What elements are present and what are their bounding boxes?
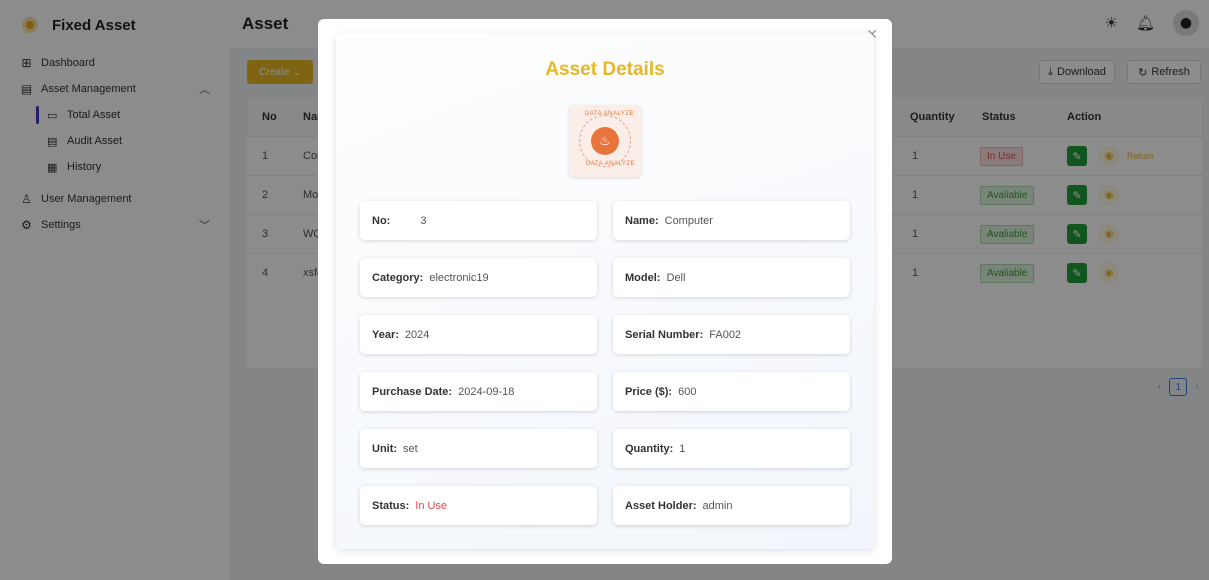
field-price: Price ($): 600	[613, 372, 850, 411]
asset-details-card: Asset Details DATA ANALYZE ♨ DATA ANALYZ…	[336, 33, 874, 549]
field-label: Name:	[625, 214, 659, 227]
field-label: Quantity:	[625, 442, 674, 455]
field-label: Status:	[372, 499, 410, 512]
field-value: FA002	[709, 328, 742, 341]
field-value: 600	[678, 385, 697, 398]
field-label: Price ($):	[625, 385, 673, 398]
field-label: Model:	[625, 271, 661, 284]
field-label: Year:	[372, 328, 399, 341]
field-value: Computer	[664, 214, 713, 227]
field-quantity: Quantity: 1	[613, 429, 850, 468]
field-label: Purchase Date:	[372, 385, 453, 398]
asset-details-modal: ✕ Asset Details DATA ANALYZE ♨ DATA ANAL…	[318, 19, 892, 564]
field-unit: Unit: set	[360, 429, 597, 468]
field-value: In Use	[415, 499, 448, 512]
field-value: 2024-09-18	[458, 385, 515, 398]
logo-text-bottom: DATA ANALYZE	[586, 161, 636, 167]
field-label: No:	[372, 214, 391, 227]
flame-icon: ♨	[591, 127, 619, 155]
field-model: Model: Dell	[613, 258, 850, 297]
field-label: Asset Holder:	[625, 499, 697, 512]
field-name: Name: Computer	[613, 201, 850, 240]
field-category: Category: electronic19	[360, 258, 597, 297]
field-value: 1	[679, 442, 686, 455]
field-value: set	[403, 442, 418, 455]
logo-text-top: DATA ANALYZE	[585, 111, 635, 117]
field-value: 3	[420, 214, 427, 227]
field-label: Category:	[372, 271, 424, 284]
field-serial-number: Serial Number: FA002	[613, 315, 850, 354]
field-value: electronic19	[429, 271, 489, 284]
field-label: Serial Number:	[625, 328, 704, 341]
field-year: Year: 2024	[360, 315, 597, 354]
field-status: Status: In Use	[360, 486, 597, 525]
asset-logo: DATA ANALYZE ♨ DATA ANALYZE	[569, 105, 641, 177]
field-value: Dell	[666, 271, 686, 284]
field-label: Unit:	[372, 442, 398, 455]
field-value: 2024	[404, 328, 430, 341]
field-no: No: 3	[360, 201, 597, 240]
modal-title: Asset Details	[545, 59, 665, 80]
field-asset-holder: Asset Holder: admin	[613, 486, 850, 525]
field-purchase-date: Purchase Date: 2024-09-18	[360, 372, 597, 411]
field-value: admin	[702, 499, 733, 512]
